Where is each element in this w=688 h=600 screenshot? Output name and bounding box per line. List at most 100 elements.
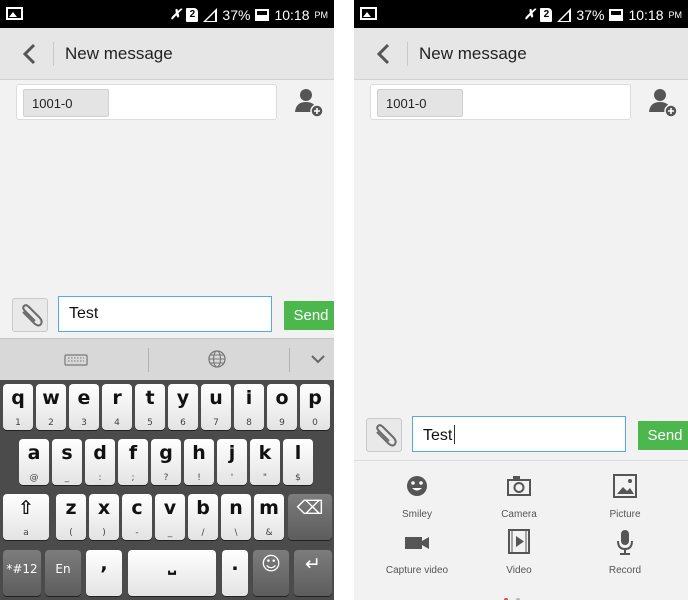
- key-k[interactable]: k ": [250, 439, 280, 485]
- key-c[interactable]: c-: [122, 494, 152, 540]
- shift-key[interactable]: ⇧ a: [3, 494, 49, 540]
- key-w-label: w: [42, 387, 60, 409]
- key-e-label: e: [77, 387, 91, 409]
- key-m[interactable]: m &: [254, 494, 284, 540]
- status-bar: ✗ 2 37% 10:18 PM: [0, 0, 334, 28]
- key-f[interactable]: f;: [118, 439, 148, 485]
- enter-key-label: ↵: [305, 553, 321, 575]
- text-cursor: [454, 425, 456, 444]
- comma-key-label: ,: [100, 553, 108, 575]
- enter-key[interactable]: ↵: [294, 550, 332, 596]
- clock-ampm: PM: [668, 9, 683, 20]
- space-key-label: ⎵: [168, 553, 176, 575]
- battery-icon: [255, 8, 270, 21]
- key-h[interactable]: h!: [184, 439, 214, 485]
- key-n[interactable]: n \: [221, 494, 251, 540]
- sim-icon: 2: [540, 7, 553, 22]
- soft-keyboard: q 1 w 2 e 3 r 4 t 5 y 6 u 7 i 8 o 9 p 0 a @ s _ d: f; g? h! j ' k " l $ ⇧ a…: [0, 380, 334, 600]
- key-z[interactable]: z(: [56, 494, 86, 540]
- key-m-label: m: [259, 497, 279, 519]
- key-l[interactable]: l $: [283, 439, 313, 485]
- key-v[interactable]: v _: [155, 494, 185, 540]
- video-file-icon: [508, 529, 530, 554]
- key-p[interactable]: p0: [300, 384, 330, 430]
- message-input[interactable]: Test: [58, 296, 272, 332]
- key-w[interactable]: w2: [36, 384, 66, 430]
- language-key[interactable]: En: [45, 550, 81, 596]
- add-contact-button[interactable]: [646, 86, 680, 120]
- comma-key[interactable]: ,: [86, 550, 122, 596]
- recipient-field[interactable]: 1001-0: [370, 84, 631, 120]
- backspace-key[interactable]: ⌫: [288, 494, 332, 540]
- send-button[interactable]: Send: [284, 301, 334, 330]
- add-contact-button[interactable]: [292, 86, 326, 120]
- record-label: Record: [608, 565, 642, 576]
- period-key[interactable]: .: [222, 550, 248, 596]
- symbols-key[interactable]: *#12: [3, 550, 41, 596]
- key-h-label: h: [192, 442, 206, 464]
- key-o[interactable]: o9: [267, 384, 297, 430]
- key-q[interactable]: q1: [3, 384, 33, 430]
- symbols-key-label: *#12: [6, 562, 38, 576]
- keyboard-layout-icon[interactable]: [62, 347, 90, 371]
- attachment-panel: Smiley Camera Picture Capture video Vide…: [354, 460, 688, 600]
- key-e-sub-label: 3: [81, 418, 87, 428]
- camera-icon: [507, 476, 531, 496]
- back-button[interactable]: [14, 39, 46, 69]
- send-button[interactable]: Send: [638, 421, 688, 450]
- status-bar: ✗ 2 37% 10:18 PM: [354, 0, 688, 28]
- key-g-label: g: [159, 442, 173, 464]
- key-b[interactable]: b /: [188, 494, 218, 540]
- recipient-chip[interactable]: 1001-0: [377, 89, 463, 117]
- key-y[interactable]: y6: [168, 384, 198, 430]
- key-t[interactable]: t5: [135, 384, 165, 430]
- key-d[interactable]: d:: [85, 439, 115, 485]
- key-d-label: d: [93, 442, 107, 464]
- key-z-sub-label: (: [69, 528, 73, 538]
- key-s[interactable]: s _: [52, 439, 82, 485]
- key-a[interactable]: a @: [19, 439, 49, 485]
- key-x[interactable]: x): [89, 494, 119, 540]
- key-j-sub-label: ': [230, 473, 234, 483]
- language-key-label: En: [55, 562, 71, 576]
- page-indicator: [504, 589, 528, 600]
- attach-button[interactable]: [366, 418, 402, 452]
- battery-icon: [609, 8, 624, 21]
- clock-time: 10:18: [628, 6, 664, 23]
- shift-key-label: ⇧: [18, 497, 34, 519]
- key-r[interactable]: r4: [102, 384, 132, 430]
- key-e[interactable]: e3: [69, 384, 99, 430]
- emoji-key-label: ☺: [261, 553, 281, 575]
- signal-icon: [557, 7, 572, 22]
- video-label: Video: [506, 565, 532, 576]
- key-t-sub-label: 5: [147, 418, 153, 428]
- attach-button[interactable]: [12, 298, 48, 332]
- key-v-label: v: [163, 497, 177, 519]
- key-p-label: p: [308, 387, 322, 409]
- globe-icon[interactable]: [205, 347, 229, 371]
- key-x-sub-label: ): [102, 528, 106, 538]
- key-l-label: l: [294, 442, 302, 464]
- collapse-keyboard-icon[interactable]: [306, 347, 330, 371]
- recipient-field[interactable]: 1001-0: [16, 84, 277, 120]
- title-divider: [407, 42, 408, 66]
- space-key[interactable]: ⎵: [128, 550, 216, 596]
- key-k-sub-label: ": [262, 473, 268, 483]
- key-j[interactable]: j ': [217, 439, 247, 485]
- phone-screen-right: ✗ 2 37% 10:18 PM New message 1001-0 Test …: [354, 0, 688, 600]
- recipient-chip[interactable]: 1001-0: [23, 89, 109, 117]
- paperclip-icon: [376, 424, 397, 447]
- page-title: New message: [65, 44, 173, 63]
- shift-key-sub-label: a: [23, 528, 29, 538]
- key-m-sub-label: &: [265, 528, 273, 538]
- key-a-label: a: [27, 442, 41, 464]
- key-q-sub-label: 1: [15, 418, 21, 428]
- back-button[interactable]: [368, 39, 400, 69]
- sim-icon: 2: [186, 7, 199, 22]
- emoji-key[interactable]: ☺: [253, 550, 289, 596]
- key-g[interactable]: g?: [151, 439, 181, 485]
- message-input[interactable]: Test: [412, 416, 626, 452]
- key-u[interactable]: u7: [201, 384, 231, 430]
- key-s-label: s: [61, 442, 73, 464]
- key-i[interactable]: i8: [234, 384, 264, 430]
